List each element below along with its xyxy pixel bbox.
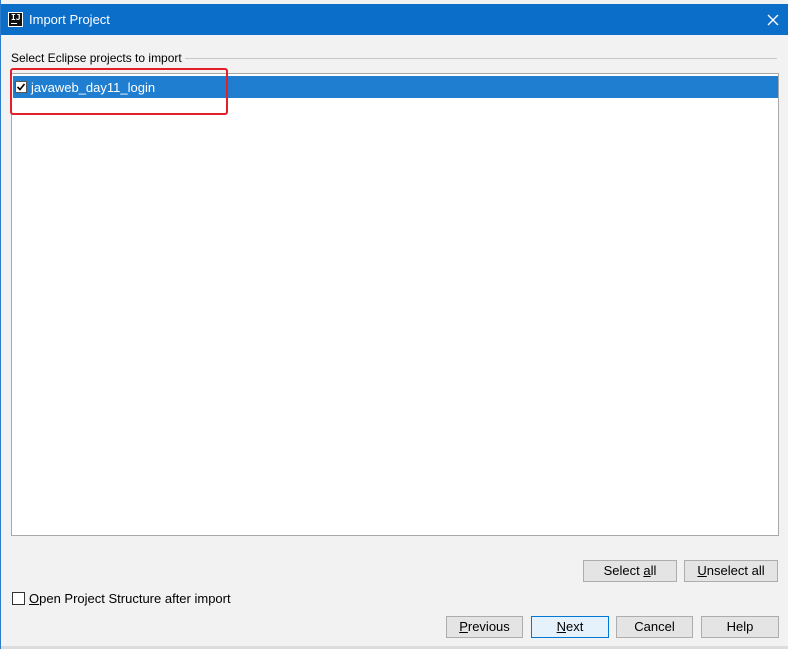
previous-button[interactable]: Previous <box>446 616 523 638</box>
unselect-all-button[interactable]: Unselect all <box>684 560 778 582</box>
title-bar: IJ Import Project <box>1 4 788 35</box>
select-all-button[interactable]: Select all <box>583 560 677 582</box>
eclipse-project-list[interactable]: javaweb_day11_login <box>11 73 779 536</box>
checkmark-icon <box>16 83 26 91</box>
project-name: javaweb_day11_login <box>31 80 156 95</box>
help-button[interactable]: Help <box>701 616 779 638</box>
projects-section-label: Select Eclipse projects to import <box>11 51 182 65</box>
import-project-dialog: IJ Import Project Select Eclipse project… <box>0 0 788 649</box>
cancel-button[interactable]: Cancel <box>616 616 693 638</box>
open-structure-checkbox[interactable] <box>12 592 25 605</box>
close-button[interactable] <box>764 11 782 29</box>
intellij-idea-icon: IJ <box>8 12 23 27</box>
list-item-javaweb-day11-login[interactable]: javaweb_day11_login <box>13 76 778 98</box>
section-divider <box>185 58 777 59</box>
next-button[interactable]: Next <box>531 616 609 638</box>
project-checkbox[interactable] <box>15 81 27 93</box>
open-structure-label: Open Project Structure after import <box>29 591 231 606</box>
close-icon <box>767 14 779 26</box>
dialog-title: Import Project <box>29 12 110 27</box>
